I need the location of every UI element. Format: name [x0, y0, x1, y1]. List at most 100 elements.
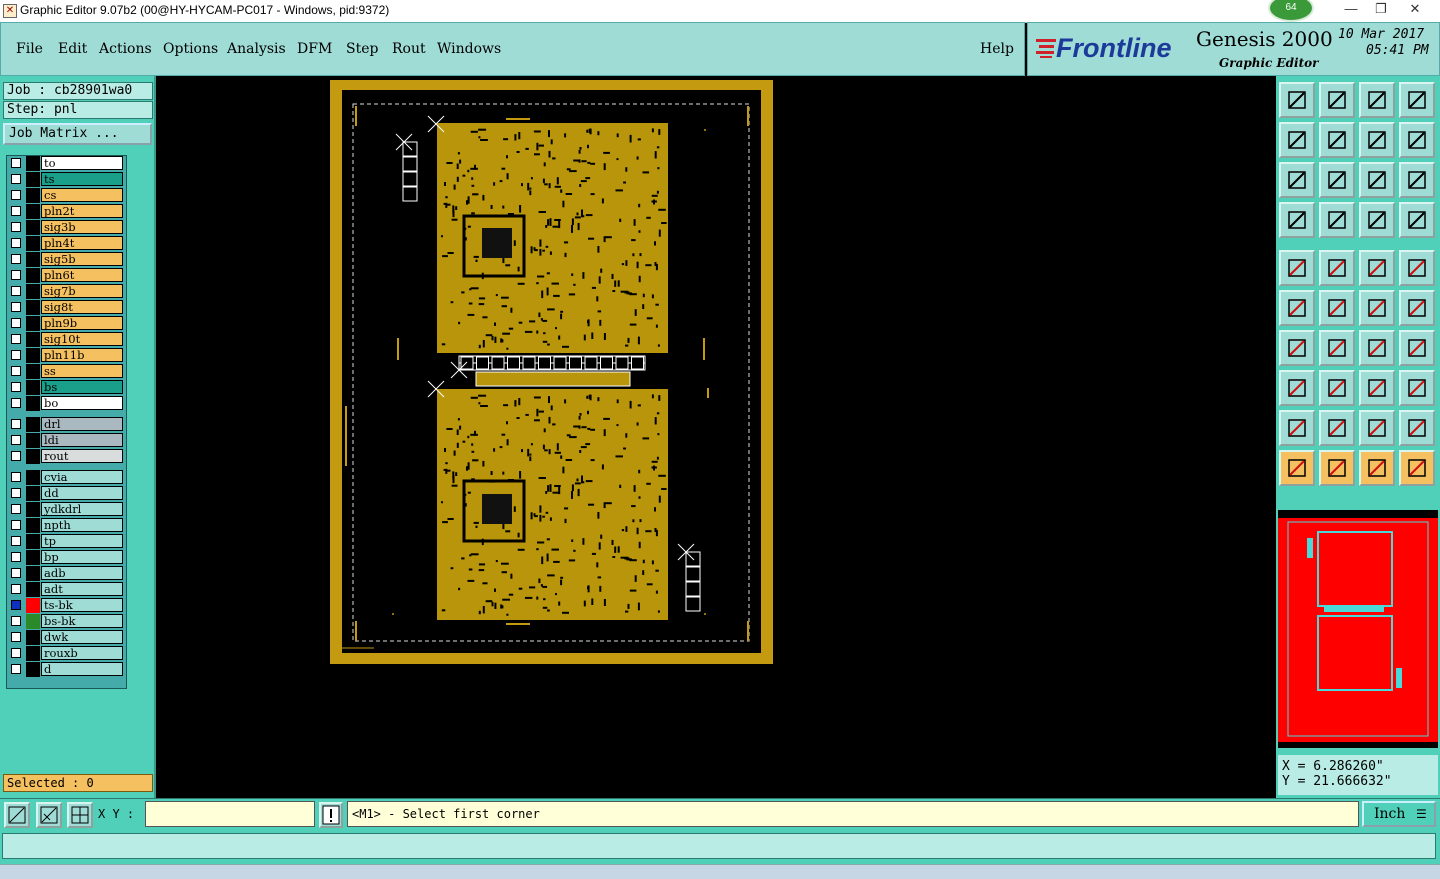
- triangle-arrow-button[interactable]: [1319, 410, 1355, 446]
- layer-name[interactable]: ts: [41, 172, 123, 186]
- layer-name[interactable]: to: [41, 156, 123, 170]
- layer-row-bs[interactable]: bs: [7, 380, 125, 395]
- layer-row-pln2t[interactable]: pln2t: [7, 204, 125, 219]
- layer-checkbox[interactable]: [11, 632, 21, 642]
- layer-checkbox[interactable]: [11, 472, 21, 482]
- menu-help[interactable]: Help: [980, 41, 1014, 57]
- layer-checkbox[interactable]: [11, 648, 21, 658]
- graphic-canvas[interactable]: [156, 76, 1276, 798]
- notification-badge[interactable]: 64: [1268, 0, 1314, 22]
- layer-row-sig10t[interactable]: sig10t: [7, 332, 125, 347]
- layer-checkbox[interactable]: [11, 222, 21, 232]
- menu-options[interactable]: Options: [163, 41, 218, 57]
- layer-checkbox[interactable]: [11, 334, 21, 344]
- layer-row-cs[interactable]: cs: [7, 188, 125, 203]
- pan-right-button[interactable]: [1319, 122, 1355, 158]
- help-query-button[interactable]: [1399, 162, 1435, 198]
- minimize-button[interactable]: —: [1336, 0, 1366, 20]
- layer-checkbox[interactable]: [11, 451, 21, 461]
- layer-checkbox[interactable]: [11, 302, 21, 312]
- pointer-path-button[interactable]: [1399, 450, 1435, 486]
- layer-stack-alt-button[interactable]: [1399, 202, 1435, 238]
- menu-windows[interactable]: Windows: [437, 41, 501, 57]
- layer-row-ts[interactable]: ts: [7, 172, 125, 187]
- pan-left-button[interactable]: [1279, 122, 1315, 158]
- layer-row-ts-bk[interactable]: ts-bk: [7, 598, 125, 613]
- arc-a-alt-button[interactable]: [1399, 410, 1435, 446]
- layer-name[interactable]: bo: [41, 396, 123, 410]
- layer-name[interactable]: pln6t: [41, 268, 123, 282]
- fit-screen-button[interactable]: [1279, 162, 1315, 198]
- menu-step[interactable]: Step: [346, 41, 378, 57]
- width-button[interactable]: [1359, 370, 1395, 406]
- home-view-button[interactable]: [1359, 82, 1395, 118]
- grid-button[interactable]: [1319, 202, 1355, 238]
- close-button[interactable]: ✕: [1398, 0, 1432, 20]
- layer-name[interactable]: sig7b: [41, 284, 123, 298]
- menu-file[interactable]: File: [16, 41, 43, 57]
- line-button[interactable]: [1319, 370, 1355, 406]
- layer-name[interactable]: ydkdrl: [41, 502, 123, 516]
- layer-checkbox[interactable]: [11, 616, 21, 626]
- layer-name[interactable]: npth: [41, 518, 123, 532]
- panel-drawing[interactable]: [156, 76, 1276, 798]
- layer-row-npth[interactable]: npth: [7, 518, 125, 533]
- layer-name[interactable]: pln2t: [41, 204, 123, 218]
- layer-checkbox[interactable]: [11, 238, 21, 248]
- layer-checkbox[interactable]: [11, 174, 21, 184]
- layer-name[interactable]: ts-bk: [41, 598, 123, 612]
- layer-name[interactable]: cs: [41, 188, 123, 202]
- layer-checkbox[interactable]: [11, 366, 21, 376]
- layer-row-sig7b[interactable]: sig7b: [7, 284, 125, 299]
- layer-name[interactable]: bs-bk: [41, 614, 123, 628]
- layer-row-dd[interactable]: dd: [7, 486, 125, 501]
- layer-row-sig3b[interactable]: sig3b: [7, 220, 125, 235]
- swap-view-button[interactable]: [1359, 122, 1395, 158]
- layer-row-pln11b[interactable]: pln11b: [7, 348, 125, 363]
- layer-name[interactable]: bs: [41, 380, 123, 394]
- layer-row-adt[interactable]: adt: [7, 582, 125, 597]
- layer-checkbox[interactable]: [11, 488, 21, 498]
- menu-rout[interactable]: Rout: [392, 41, 426, 57]
- layer-row-ss[interactable]: ss: [7, 364, 125, 379]
- layer-checkbox[interactable]: [11, 600, 21, 610]
- connect-button[interactable]: [1279, 290, 1315, 326]
- layer-row-adb[interactable]: adb: [7, 566, 125, 581]
- layer-row-drl[interactable]: drl: [7, 417, 125, 432]
- layer-row-rout[interactable]: rout: [7, 449, 125, 464]
- layer-name[interactable]: bp: [41, 550, 123, 564]
- layer-row-bp[interactable]: bp: [7, 550, 125, 565]
- layer-row-ldi[interactable]: ldi: [7, 433, 125, 448]
- layer-name[interactable]: dd: [41, 486, 123, 500]
- pointer-circle-button[interactable]: [1359, 450, 1395, 486]
- layer-checkbox[interactable]: [11, 435, 21, 445]
- pointer-box-button[interactable]: [1319, 450, 1355, 486]
- feature-select-button[interactable]: [1279, 370, 1315, 406]
- layer-name[interactable]: sig5b: [41, 252, 123, 266]
- line-point-button[interactable]: [1359, 290, 1395, 326]
- layer-checkbox[interactable]: [11, 504, 21, 514]
- angle-button[interactable]: [1279, 330, 1315, 366]
- layer-checkbox[interactable]: [11, 318, 21, 328]
- cross-button[interactable]: [1319, 290, 1355, 326]
- layer-checkbox[interactable]: [11, 286, 21, 296]
- layer-row-pln6t[interactable]: pln6t: [7, 268, 125, 283]
- zoom-back-button[interactable]: [1319, 82, 1355, 118]
- layer-name[interactable]: ss: [41, 364, 123, 378]
- layer-checkbox[interactable]: [11, 568, 21, 578]
- menu-actions[interactable]: Actions: [99, 41, 152, 57]
- layer-checkbox[interactable]: [11, 270, 21, 280]
- triangle-button[interactable]: [1279, 410, 1315, 446]
- layer-name[interactable]: ldi: [41, 433, 123, 447]
- layer-checkbox[interactable]: [11, 206, 21, 216]
- layer-stack-button[interactable]: [1359, 202, 1395, 238]
- layer-row-dwk[interactable]: dwk: [7, 630, 125, 645]
- layer-name[interactable]: sig8t: [41, 300, 123, 314]
- layer-name[interactable]: rouxb: [41, 646, 123, 660]
- layer-row-ydkdrl[interactable]: ydkdrl: [7, 502, 125, 517]
- fill-mode-button[interactable]: [1279, 250, 1315, 286]
- rotate-button[interactable]: [1359, 330, 1395, 366]
- fit-selection-button[interactable]: [1319, 162, 1355, 198]
- redraw-button[interactable]: [1399, 122, 1435, 158]
- layer-name[interactable]: adb: [41, 566, 123, 580]
